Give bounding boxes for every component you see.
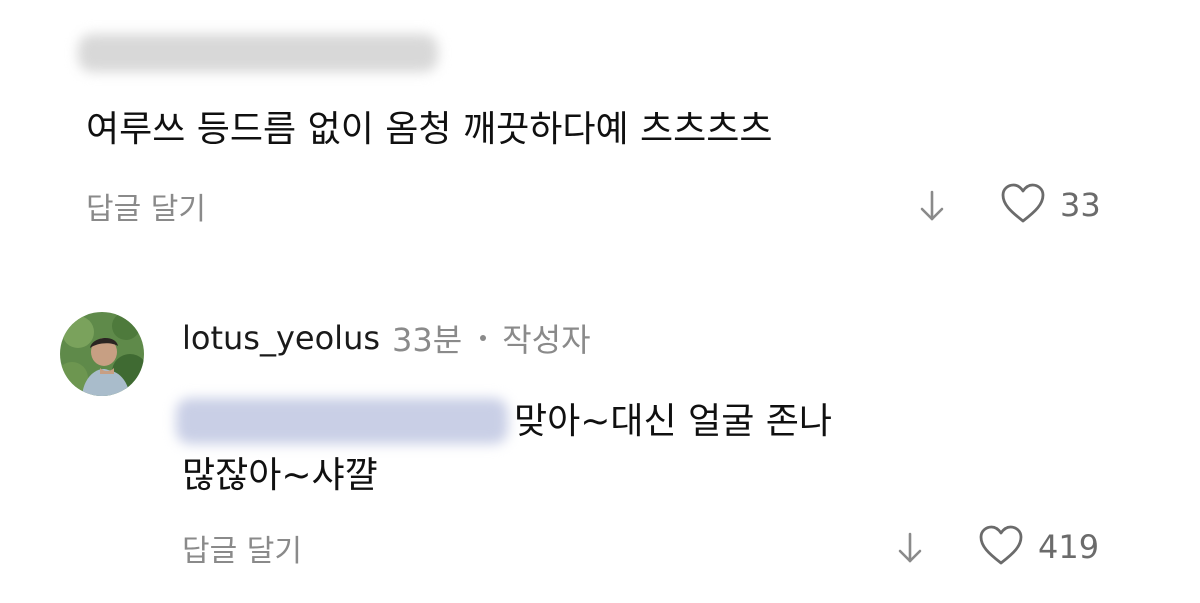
comment-text-line-1: 맞아~대신 얼굴 존나 (514, 401, 833, 442)
reply-button[interactable]: 답글 달기 (86, 184, 206, 228)
redacted-mention (176, 398, 508, 444)
comment-text-line-2: 많잖아~샤꺌 (182, 455, 378, 496)
avatar[interactable] (60, 312, 144, 396)
comment-meta: lotus_yeolus 33분 작성자 (182, 316, 591, 360)
like-button[interactable]: 33 (1000, 182, 1101, 228)
separator-dot (480, 335, 487, 341)
like-button[interactable]: 419 (978, 524, 1099, 570)
heart-icon (1000, 182, 1046, 228)
username[interactable]: lotus_yeolus (182, 319, 380, 357)
down-arrow-icon[interactable] (912, 186, 952, 226)
down-arrow-icon[interactable] (890, 528, 930, 568)
timestamp: 33분 (392, 321, 463, 359)
like-count: 33 (1060, 186, 1101, 224)
author-badge: 작성자 (502, 321, 591, 359)
like-count: 419 (1038, 528, 1100, 566)
heart-icon (978, 524, 1024, 570)
reply-button[interactable]: 답글 달기 (182, 526, 302, 570)
redacted-username (78, 34, 438, 72)
comment-text: 여루쓰 등드름 없이 옴청 깨끗하다예 츠츠츠츠 (86, 109, 773, 150)
